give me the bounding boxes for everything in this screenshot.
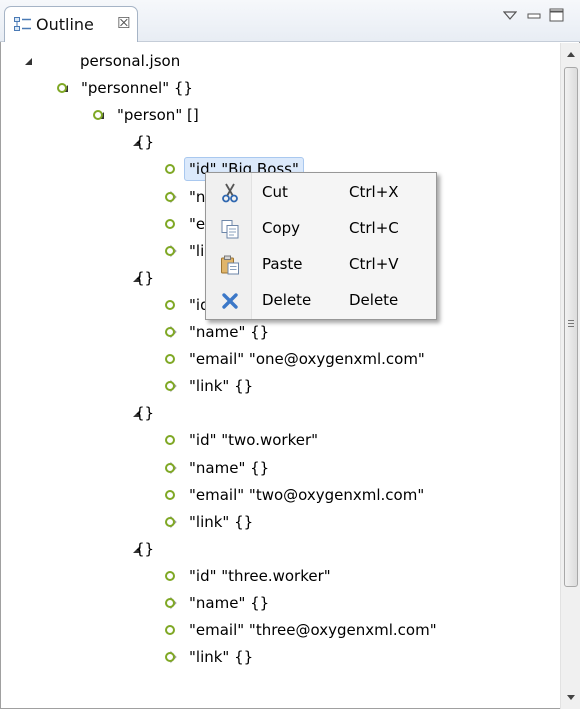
menu-item-label: Delete	[262, 291, 312, 309]
menu-item-copy[interactable]: Copy Ctrl+C	[206, 211, 436, 246]
menu-item-shortcut: Delete	[349, 291, 399, 309]
scrollbar-thumb[interactable]	[564, 67, 578, 587]
tab-outline[interactable]: Outline ☒	[4, 6, 138, 42]
scroll-up-icon[interactable]	[561, 45, 580, 65]
tree-node-icon	[165, 191, 175, 202]
tree-node-icon	[165, 598, 175, 608]
minimize-icon[interactable]	[527, 8, 541, 26]
menu-item-label: Cut	[262, 183, 288, 201]
tree-node-label[interactable]: "id" "three.worker"	[189, 563, 331, 589]
vertical-scrollbar[interactable]	[560, 43, 580, 709]
tree-row[interactable]: "person" []	[0, 102, 560, 128]
tree-node-label[interactable]: "id" "two.worker"	[189, 427, 318, 453]
view-header: Outline ☒	[0, 0, 580, 42]
tree-node-label[interactable]: {}	[135, 129, 154, 155]
tree-node-icon	[165, 462, 175, 473]
scissors-icon	[220, 183, 240, 203]
delete-icon	[220, 291, 240, 311]
context-menu: Cut Ctrl+X Copy Ctrl+C Paste Ctrl+V Dele…	[205, 172, 437, 320]
tree-row[interactable]: "email" "three@oxygenxml.com"	[0, 617, 560, 643]
menu-item-cut[interactable]: Cut Ctrl+X	[206, 175, 436, 210]
tree-node-label[interactable]: "name" {}	[189, 590, 269, 616]
outline-tree: personal.json "personnel" {} "person" []{}…	[0, 43, 560, 709]
menu-item-shortcut: Ctrl+X	[349, 183, 399, 201]
view-menu-icon[interactable]	[502, 8, 518, 26]
tree-node-icon	[165, 570, 175, 581]
tree-node-label[interactable]: {}	[135, 400, 154, 426]
tree-node-label[interactable]: {}	[135, 536, 154, 562]
tree-node-label[interactable]: "email" "two@oxygenxml.com"	[189, 482, 424, 508]
tree-node-icon	[165, 164, 175, 175]
tree-row[interactable]: "id" "three.worker"	[0, 563, 560, 589]
outline-view-icon	[14, 17, 32, 33]
tree-node-icon	[165, 245, 175, 256]
tree-node-icon	[165, 327, 175, 337]
copy-icon	[220, 219, 240, 239]
tree-node-label[interactable]: personal.json	[80, 48, 180, 74]
expanded-arrow-icon[interactable]	[23, 48, 37, 74]
tree-node-label[interactable]: "email" "three@oxygenxml.com"	[189, 617, 437, 643]
tree-node-icon	[165, 625, 175, 636]
tree-row[interactable]: "email" "two@oxygenxml.com"	[0, 482, 560, 508]
tree-node-icon	[165, 218, 175, 229]
scroll-down-icon[interactable]	[561, 687, 580, 707]
menu-item-shortcut: Ctrl+V	[349, 255, 399, 273]
tree-node-label[interactable]: "personnel" {}	[81, 75, 193, 101]
close-icon[interactable]: ☒	[117, 14, 130, 32]
tree-node-label[interactable]: "person" []	[117, 102, 199, 128]
tree-row[interactable]: "link" {}	[0, 509, 560, 535]
tree-node-icon	[165, 516, 175, 527]
menu-item-paste[interactable]: Paste Ctrl+V	[206, 247, 436, 282]
maximize-icon[interactable]	[549, 8, 565, 26]
tree-row[interactable]: {}	[0, 400, 560, 426]
tree-row[interactable]: {}	[0, 129, 560, 155]
tree-node-label[interactable]: {}	[135, 265, 154, 291]
menu-item-label: Copy	[262, 219, 301, 237]
tree-node-icon	[165, 435, 175, 446]
tree-node-icon	[165, 354, 175, 365]
tree-node-label[interactable]: "name" {}	[189, 319, 269, 345]
tree-node-label[interactable]: "link" {}	[189, 644, 253, 670]
tree-row[interactable]: {}	[0, 536, 560, 562]
tree-node-icon	[165, 299, 175, 310]
tree-row[interactable]: "name" {}	[0, 319, 560, 345]
scrollbar-grip-icon	[568, 320, 574, 329]
tree-row[interactable]: "link" {}	[0, 644, 560, 670]
tree-row[interactable]: "link" {}	[0, 373, 560, 399]
menu-item-shortcut: Ctrl+C	[349, 219, 399, 237]
tree-node-label[interactable]: "link" {}	[189, 509, 253, 535]
tree-row[interactable]: "id" "two.worker"	[0, 427, 560, 453]
tab-label: Outline	[36, 15, 94, 34]
tree-row[interactable]: personal.json	[0, 48, 560, 74]
tree-node-label[interactable]: "link" {}	[189, 373, 253, 399]
tree-node-label[interactable]: "email" "one@oxygenxml.com"	[189, 346, 425, 372]
tree-row[interactable]: "name" {}	[0, 455, 560, 481]
tree-node-label[interactable]: "name" {}	[189, 455, 269, 481]
tree-row[interactable]: "personnel" {}	[0, 75, 560, 101]
menu-item-delete[interactable]: Delete Delete	[206, 283, 436, 318]
tree-node-icon	[165, 489, 175, 500]
tree-row[interactable]: "name" {}	[0, 590, 560, 616]
menu-item-label: Paste	[262, 255, 303, 273]
paste-icon	[220, 255, 240, 275]
tree-row[interactable]: "email" "one@oxygenxml.com"	[0, 346, 560, 372]
